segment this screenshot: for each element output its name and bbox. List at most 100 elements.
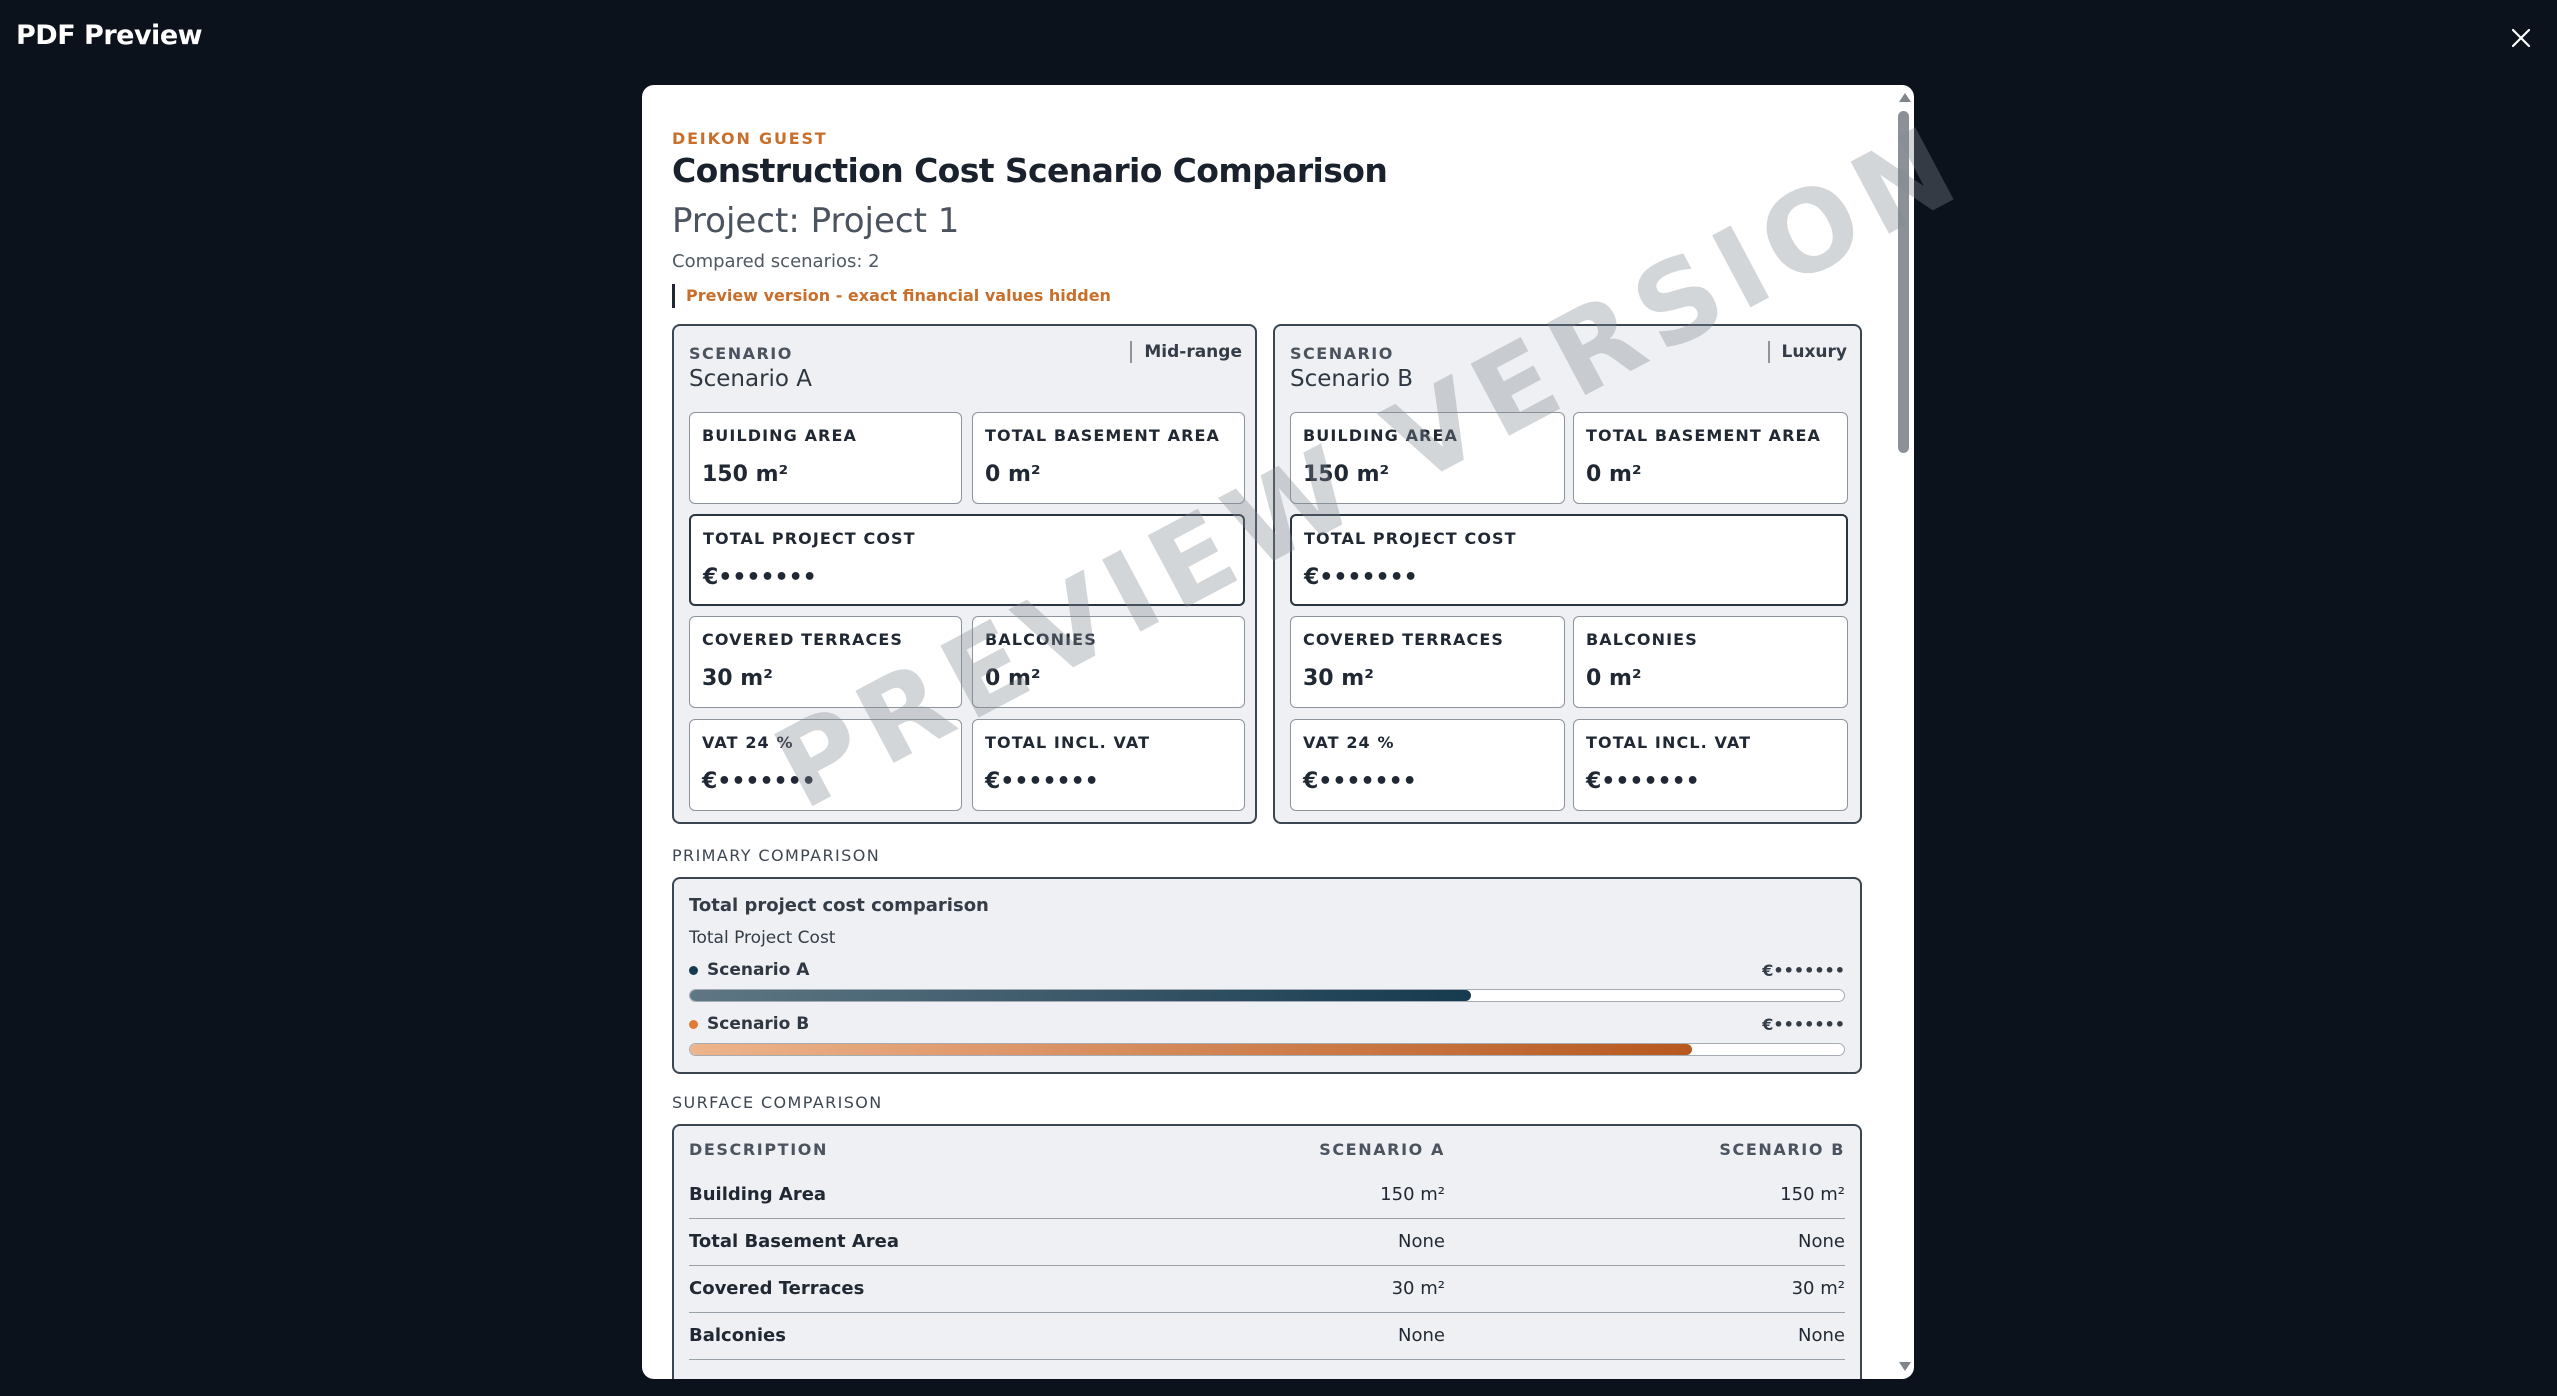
basement-area-card: TOTAL BASEMENT AREA 0 m² xyxy=(972,412,1245,504)
scroll-down-arrow-icon[interactable] xyxy=(1899,1362,1911,1371)
metric-label: TOTAL BASEMENT AREA xyxy=(985,426,1221,445)
comparison-title: Total project cost comparison xyxy=(689,895,989,916)
vat-card: VAT 24 % €••••••• xyxy=(1290,719,1565,811)
row-value-b: None xyxy=(1798,1231,1845,1252)
metric-label: COVERED TERRACES xyxy=(1303,630,1504,649)
column-header: DESCRIPTION xyxy=(689,1140,828,1159)
metric-value: 150 m² xyxy=(1303,462,1390,487)
table-header: DESCRIPTION SCENARIO A SCENARIO B xyxy=(689,1140,1845,1170)
metric-value: 150 m² xyxy=(702,462,789,487)
total-incl-vat-card: TOTAL INCL. VAT €••••••• xyxy=(972,719,1245,811)
vat-card: VAT 24 % €••••••• xyxy=(689,719,962,811)
row-value-a: 30 m² xyxy=(1391,1278,1445,1299)
scenario-name: Scenario A xyxy=(689,366,813,392)
metric-label: VAT 24 % xyxy=(702,733,794,752)
metric-value: 0 m² xyxy=(1586,462,1642,487)
covered-terraces-card: COVERED TERRACES 30 m² xyxy=(689,616,962,708)
metric-value: €••••••• xyxy=(702,769,816,794)
metric-value: 0 m² xyxy=(985,462,1041,487)
row-description: Building Area xyxy=(689,1184,827,1205)
balconies-card: BALCONIES 0 m² xyxy=(1573,616,1848,708)
metric-label: TOTAL BASEMENT AREA xyxy=(1586,426,1822,445)
brand-label: DEIKON GUEST xyxy=(672,129,828,148)
report-title: Construction Cost Scenario Comparison xyxy=(672,151,1388,190)
preview-note: Preview version - exact financial values… xyxy=(672,284,1111,308)
metric-value: 0 m² xyxy=(985,666,1041,691)
pdf-document[interactable]: DEIKON GUEST Construction Cost Scenario … xyxy=(642,85,1896,1379)
metric-value: €••••••• xyxy=(985,769,1099,794)
row-value-a: 150 m² xyxy=(1380,1184,1445,1205)
balconies-card: BALCONIES 0 m² xyxy=(972,616,1245,708)
scenario-tier: Luxury xyxy=(1767,341,1847,363)
surface-comparison-heading: SURFACE COMPARISON xyxy=(672,1093,883,1112)
scenario-name: Scenario B xyxy=(1290,366,1414,392)
scrollbar[interactable] xyxy=(1896,85,1912,1379)
row-value-b: 150 m² xyxy=(1780,1184,1845,1205)
close-button[interactable] xyxy=(2503,20,2539,56)
row-value-a: None xyxy=(1398,1231,1445,1252)
building-area-card: BUILDING AREA 150 m² xyxy=(689,412,962,504)
metric-label: TOTAL PROJECT COST xyxy=(1304,529,1517,548)
metric-label: COVERED TERRACES xyxy=(702,630,903,649)
metric-label: TOTAL INCL. VAT xyxy=(985,733,1151,752)
pdf-preview-modal: DEIKON GUEST Construction Cost Scenario … xyxy=(642,85,1914,1379)
bar-value-b: €••••••• xyxy=(1762,1015,1845,1034)
column-header: SCENARIO B xyxy=(1719,1140,1845,1159)
bar-track-b xyxy=(689,1043,1845,1056)
metric-label: TOTAL PROJECT COST xyxy=(703,529,916,548)
row-value-b: 30 m² xyxy=(1791,1278,1845,1299)
row-description: Total Basement Area xyxy=(689,1231,900,1252)
metric-label: BUILDING AREA xyxy=(1303,426,1458,445)
row-value-a: None xyxy=(1398,1325,1445,1346)
bar-fill-b xyxy=(690,1044,1692,1055)
scenario-card-a: SCENARIO Mid-range Scenario A BUILDING A… xyxy=(672,324,1257,824)
bar-label-a: Scenario A xyxy=(689,960,809,980)
series-dot-a xyxy=(689,965,698,975)
metric-value: €••••••• xyxy=(1586,769,1700,794)
metric-value: 0 m² xyxy=(1586,666,1642,691)
metric-value: 30 m² xyxy=(702,666,773,691)
comparison-subtitle: Total Project Cost xyxy=(689,928,836,948)
bar-track-a xyxy=(689,989,1845,1002)
bar-value-a: €••••••• xyxy=(1762,961,1845,980)
metric-label: BALCONIES xyxy=(1586,630,1698,649)
compared-count: Compared scenarios: 2 xyxy=(672,251,880,272)
row-description: Balconies xyxy=(689,1325,786,1346)
scenario-label: SCENARIO xyxy=(1290,344,1394,363)
table-row: Total Basement Area None None xyxy=(689,1218,1845,1266)
project-cost-card: TOTAL PROJECT COST €••••••• xyxy=(689,514,1245,606)
table-row: Building Area 150 m² 150 m² xyxy=(689,1171,1845,1219)
scenario-label: SCENARIO xyxy=(689,344,793,363)
metric-value: €••••••• xyxy=(703,565,817,590)
total-incl-vat-card: TOTAL INCL. VAT €••••••• xyxy=(1573,719,1848,811)
surface-comparison-table: DESCRIPTION SCENARIO A SCENARIO B Buildi… xyxy=(672,1124,1862,1379)
metric-value: €••••••• xyxy=(1303,769,1417,794)
primary-comparison-heading: PRIMARY COMPARISON xyxy=(672,846,881,865)
basement-area-card: TOTAL BASEMENT AREA 0 m² xyxy=(1573,412,1848,504)
metric-label: BUILDING AREA xyxy=(702,426,857,445)
metric-label: VAT 24 % xyxy=(1303,733,1395,752)
metric-label: TOTAL INCL. VAT xyxy=(1586,733,1752,752)
scenario-tier: Mid-range xyxy=(1130,341,1242,363)
metric-label: BALCONIES xyxy=(985,630,1097,649)
scrollbar-thumb[interactable] xyxy=(1898,111,1909,453)
cost-comparison-panel: Total project cost comparison Total Proj… xyxy=(672,877,1862,1074)
column-header: SCENARIO A xyxy=(1319,1140,1445,1159)
close-icon xyxy=(2511,28,2531,48)
bar-fill-a xyxy=(690,990,1472,1001)
project-cost-card: TOTAL PROJECT COST €••••••• xyxy=(1290,514,1848,606)
project-name: Project: Project 1 xyxy=(672,201,960,241)
scroll-up-arrow-icon[interactable] xyxy=(1899,93,1911,102)
table-row: Covered Terraces 30 m² 30 m² xyxy=(689,1265,1845,1313)
window-title: PDF Preview xyxy=(16,20,203,51)
metric-value: 30 m² xyxy=(1303,666,1374,691)
series-dot-b xyxy=(689,1019,698,1029)
table-row: Balconies None None xyxy=(689,1312,1845,1360)
row-description: Covered Terraces xyxy=(689,1278,865,1299)
bar-name: Scenario B xyxy=(707,1014,810,1034)
bar-label-b: Scenario B xyxy=(689,1014,809,1034)
covered-terraces-card: COVERED TERRACES 30 m² xyxy=(1290,616,1565,708)
bar-name: Scenario A xyxy=(707,960,810,980)
row-value-b: None xyxy=(1798,1325,1845,1346)
scenario-card-b: SCENARIO Luxury Scenario B BUILDING AREA… xyxy=(1273,324,1862,824)
